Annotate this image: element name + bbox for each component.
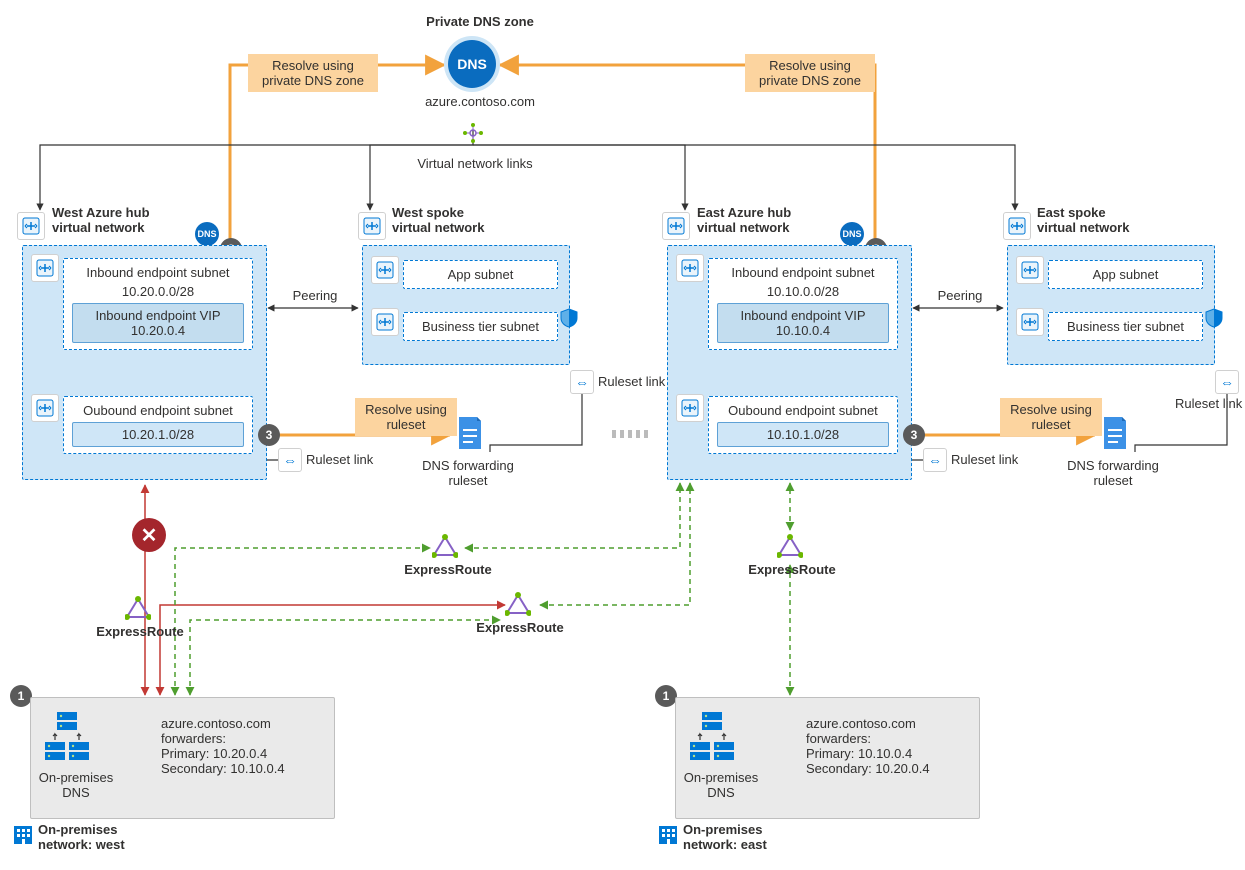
subnet-icon [371,256,399,284]
subnet-icon [676,254,704,282]
expressroute-icon-mid1 [432,534,458,560]
east-hub-outbound-subnet: Oubound endpoint subnet 10.10.1.0/28 [708,396,898,454]
ruleset-link-icon-west-hub: ⇔ [278,448,302,472]
west-hub-vnet-icon [17,212,45,240]
dns-forwarding-ruleset-label-east: DNS forwarding ruleset [1053,458,1173,488]
expressroute-label-mid1: ExpressRoute [398,562,498,577]
dns-zone-icon: DNS [448,40,496,88]
east-hub-title: East Azure hub virtual network [697,205,791,235]
fwd-primary: Primary: 10.20.0.4 [161,746,285,761]
west-spoke-title: West spoke virtual network [392,205,484,235]
ruleset-icon-east [1100,415,1130,451]
inbound-cidr: 10.20.0.0/28 [72,284,244,299]
expressroute-label-west: ExpressRoute [90,624,190,639]
east-spoke-app-subnet: App subnet [1048,260,1203,289]
step-1-west: 1 [10,685,32,707]
outbound-subnet-label: Oubound endpoint subnet [72,403,244,418]
subnet-icon [371,308,399,336]
fwd-label: forwarders: [161,731,285,746]
west-hub-inbound-subnet: Inbound endpoint subnet 10.20.0.0/28 Inb… [63,258,253,350]
expressroute-label-east: ExpressRoute [742,562,842,577]
fwd-label: forwarders: [806,731,930,746]
inbound-vip: Inbound endpoint VIP 10.10.0.4 [717,303,889,343]
ruleset-link-label-west-hub: Ruleset link [306,452,373,467]
ruleset-link-icon-east-hub: ⇔ [923,448,947,472]
inbound-vip: Inbound endpoint VIP 10.20.0.4 [72,303,244,343]
east-hub-vnet-icon [662,212,690,240]
east-spoke-title: East spoke virtual network [1037,205,1129,235]
step-3-east: 3 [903,424,925,446]
region-divider [612,430,652,438]
expressroute-label-mid2: ExpressRoute [470,620,570,635]
dns-forwarding-ruleset-label-west: DNS forwarding ruleset [408,458,528,488]
onprem-east-fwd: azure.contoso.com forwarders: Primary: 1… [806,716,930,776]
dns-zone-domain: azure.contoso.com [380,94,580,109]
subnet-icon [1016,256,1044,284]
east-spoke-biz-subnet: Business tier subnet [1048,312,1203,341]
onprem-east-title: On-premises network: east [683,822,767,852]
fwd-secondary: Secondary: 10.20.0.4 [806,761,930,776]
callout-resolve-pdz-east: Resolve using private DNS zone [745,54,875,92]
inbound-cidr: 10.10.0.0/28 [717,284,889,299]
onprem-west-panel: On-premises DNS azure.contoso.com forwar… [30,697,335,819]
west-hub-dns-icon: DNS [195,222,219,246]
servers-icon [690,712,736,762]
vnet-links-icon [462,122,484,147]
building-icon-west [12,824,34,846]
east-spoke-panel: App subnet Business tier subnet [1007,245,1215,365]
west-spoke-app-subnet: App subnet [403,260,558,289]
inbound-subnet-label: Inbound endpoint subnet [72,265,244,280]
subnet-icon [676,394,704,422]
west-spoke-panel: App subnet Business tier subnet [362,245,570,365]
fwd-domain: azure.contoso.com [161,716,285,731]
building-icon-east [657,824,679,846]
ruleset-icon-west [455,415,485,451]
ruleset-link-label-east-hub: Ruleset link [951,452,1018,467]
failure-icon: ✕ [132,518,166,552]
subnet-icon [31,254,59,282]
outbound-cidr: 10.10.1.0/28 [717,422,889,447]
inbound-subnet-label: Inbound endpoint subnet [717,265,889,280]
ruleset-link-label-east-spoke: Ruleset link [1175,396,1242,411]
west-hub-title: West Azure hub virtual network [52,205,150,235]
callout-resolve-ruleset-east: Resolve using ruleset [1000,398,1102,436]
servers-icon [45,712,91,762]
fwd-domain: azure.contoso.com [806,716,930,731]
onprem-dns-label: On-premises DNS [676,770,766,800]
subnet-icon [31,394,59,422]
outbound-cidr: 10.20.1.0/28 [72,422,244,447]
expressroute-icon-west [125,596,151,622]
onprem-dns-label: On-premises DNS [31,770,121,800]
fwd-secondary: Secondary: 10.10.0.4 [161,761,285,776]
subnet-icon [1016,308,1044,336]
peering-label-east: Peering [925,288,995,303]
callout-resolve-ruleset-west: Resolve using ruleset [355,398,457,436]
west-hub-outbound-subnet: Oubound endpoint subnet 10.20.1.0/28 [63,396,253,454]
east-hub-dns-icon: DNS [840,222,864,246]
west-spoke-biz-subnet: Business tier subnet [403,312,558,341]
east-hub-panel: Inbound endpoint subnet 10.10.0.0/28 Inb… [667,245,912,480]
outbound-subnet-label: Oubound endpoint subnet [717,403,889,418]
vnet-links-label: Virtual network links [395,156,555,171]
ruleset-link-label-west-spoke: Ruleset link [598,374,665,389]
fwd-primary: Primary: 10.10.0.4 [806,746,930,761]
expressroute-icon-east [777,534,803,560]
ruleset-link-icon-east-spoke: ⇔ [1215,370,1239,394]
peering-label-west: Peering [280,288,350,303]
ruleset-link-icon-west-spoke: ⇔ [570,370,594,394]
shield-icon [1204,308,1224,328]
step-3-west: 3 [258,424,280,446]
west-spoke-vnet-icon [358,212,386,240]
east-spoke-vnet-icon [1003,212,1031,240]
expressroute-icon-mid2 [505,592,531,618]
onprem-west-title: On-premises network: west [38,822,125,852]
page-title: Private DNS zone [380,14,580,29]
onprem-west-fwd: azure.contoso.com forwarders: Primary: 1… [161,716,285,776]
callout-resolve-pdz-west: Resolve using private DNS zone [248,54,378,92]
onprem-east-panel: On-premises DNS azure.contoso.com forwar… [675,697,980,819]
step-1-east: 1 [655,685,677,707]
east-hub-inbound-subnet: Inbound endpoint subnet 10.10.0.0/28 Inb… [708,258,898,350]
west-hub-panel: Inbound endpoint subnet 10.20.0.0/28 Inb… [22,245,267,480]
shield-icon [559,308,579,328]
